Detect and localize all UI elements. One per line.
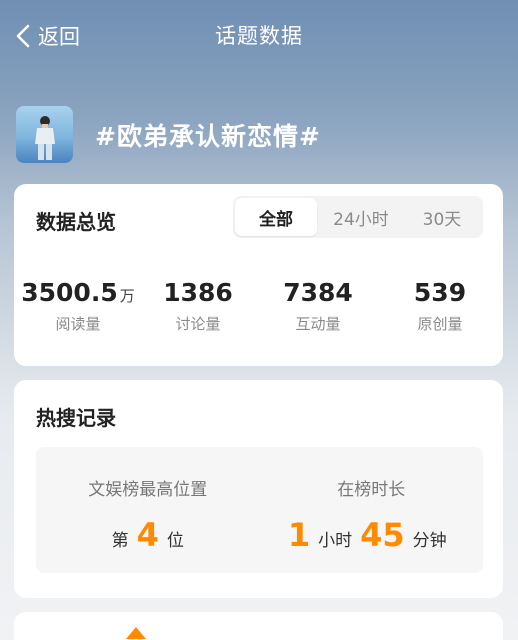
topic-name: #欧弟承认新恋情#: [95, 121, 321, 151]
overview-card: 数据总览 全部 24小时 30天 3500.5 万 阅读量 1386 讨论量 73…: [14, 184, 503, 366]
time-range-tabs: 全部 24小时 30天: [233, 196, 483, 238]
stat-label: 原创量: [417, 315, 463, 333]
nav-bar: 返回 话题数据: [0, 0, 518, 72]
tab-all[interactable]: 全部: [235, 198, 317, 236]
topic-header: #欧弟承认新恋情#: [16, 106, 321, 163]
stat-reads: 3500.5 万 阅读量: [14, 278, 142, 334]
stats-row: 3500.5 万 阅读量 1386 讨论量 7384 互动量 539 原创量: [14, 278, 503, 334]
orange-marker-icon: [126, 627, 146, 639]
on-list-duration: 在榜时长 1 小时 45 分钟: [260, 447, 484, 573]
stat-value: 7384: [283, 278, 353, 307]
best-rank: 文娱榜最高位置 第 4 位: [36, 447, 260, 573]
next-card: [14, 612, 503, 640]
stat-label: 阅读量: [55, 315, 101, 333]
stat-originals: 539 原创量: [382, 278, 498, 334]
duration-label: 在榜时长: [337, 480, 406, 500]
stat-discussions: 1386 讨论量: [142, 278, 254, 334]
rank-prefix: 第: [111, 531, 129, 551]
stat-value: 539: [413, 278, 467, 307]
duration-minutes-unit: 分钟: [412, 531, 447, 551]
stat-value: 1386: [163, 278, 233, 307]
hot-search-box: 文娱榜最高位置 第 4 位 在榜时长 1 小时 45 分钟: [36, 447, 483, 573]
tab-30d[interactable]: 30天: [405, 198, 479, 236]
hot-search-card: 热搜记录 文娱榜最高位置 第 4 位 在榜时长 1 小时 45 分钟: [14, 380, 503, 598]
rank-suffix: 位: [166, 531, 184, 551]
hot-search-title: 热搜记录: [36, 406, 116, 430]
person-photo-icon: [35, 116, 55, 160]
page-title: 话题数据: [215, 24, 303, 48]
tab-24h[interactable]: 24小时: [317, 198, 405, 236]
duration-hours: 1: [287, 516, 311, 554]
stat-label: 互动量: [295, 315, 341, 333]
duration-minutes: 45: [360, 516, 405, 554]
stat-label: 讨论量: [175, 315, 221, 333]
rank-value: 4: [136, 516, 159, 554]
duration-hours-unit: 小时: [318, 531, 353, 551]
best-rank-label: 文娱榜最高位置: [88, 480, 208, 500]
topic-avatar[interactable]: [16, 106, 73, 163]
stat-value: 3500.5: [21, 278, 118, 307]
stat-interactions: 7384 互动量: [254, 278, 382, 334]
overview-title: 数据总览: [36, 210, 116, 234]
stat-unit: 万: [119, 287, 135, 305]
